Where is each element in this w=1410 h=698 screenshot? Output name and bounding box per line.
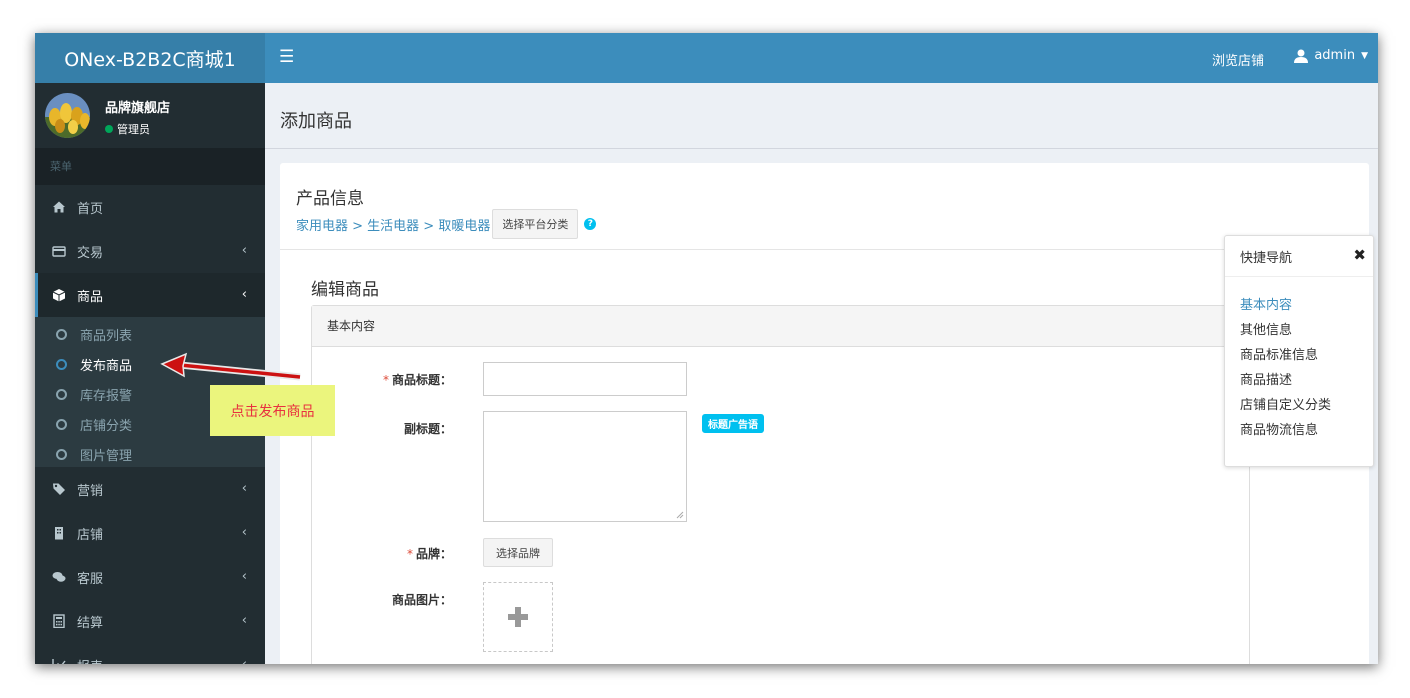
chevron-left-icon: ‹ [241,613,247,628]
submenu-label: 店铺分类 [80,418,133,434]
cube-icon [52,289,66,302]
comments-icon [52,572,66,582]
sidebar-item-store[interactable]: 店铺 ‹ [35,511,265,555]
circle-icon [56,328,67,340]
choose-brand-button[interactable]: 选择品牌 [483,538,553,567]
chevron-left-icon: ‹ [241,569,247,584]
chevron-left-icon: ‹ [241,481,247,496]
content-header: 添加商品 [265,83,1378,149]
sidebar-item-label: 店铺 [77,527,104,543]
submenu-label: 发布商品 [80,358,133,374]
quick-nav-item[interactable]: 商品物流信息 [1225,418,1373,443]
online-dot-icon [105,125,113,133]
close-icon[interactable]: ✖ [1353,246,1366,264]
required-asterisk: * [406,547,413,561]
quick-nav-item[interactable]: 店铺自定义分类 [1225,393,1373,418]
caret-down-icon: ▼ [1361,50,1368,61]
slogan-badge: 标题广告语 [702,414,764,433]
user-panel: 品牌旗舰店 管理员 [35,83,265,148]
avatar [45,93,90,138]
label-text: 商品标题： [391,373,452,387]
subtitle-textarea[interactable] [483,411,687,522]
submenu-label: 库存报警 [80,388,133,404]
username: admin [1314,48,1356,63]
divider [280,249,1369,250]
annotation-callout: 点击发布商品 [210,385,335,436]
quick-nav-list: 基本内容 其他信息 商品标准信息 商品描述 店铺自定义分类 商品物流信息 [1225,277,1373,443]
basic-content-panel: 基本内容 * 商品标题： 副标题： 标题广告语 * 品牌： 选择品牌 商品图片： [311,305,1250,664]
resize-handle-icon[interactable] [676,511,684,519]
quick-nav-item[interactable]: 商品描述 [1225,368,1373,393]
browse-store-link[interactable]: 浏览店铺 [1212,50,1264,69]
sidebar-item-label: 客服 [77,571,104,587]
product-title-label: * 商品标题： [322,371,452,388]
chart-icon [52,659,66,664]
image-upload-box[interactable] [483,582,553,652]
required-asterisk: * [382,373,389,387]
quick-nav-title: 快捷导航 [1240,250,1293,266]
product-title-input[interactable] [483,362,687,396]
circle-icon [56,418,67,430]
logo[interactable]: ONex-B2B2C商城1 [35,33,265,83]
annotation-arrow-icon [160,352,301,381]
sidebar-item-home[interactable]: 首页 [35,185,265,229]
panel-heading: 基本内容 [312,306,1249,347]
sidebar-item-label: 商品 [77,289,104,305]
sidebar-item-label: 报表 [77,656,103,665]
chevron-left-icon: ‹ [241,243,247,258]
submenu-item-image-manage[interactable]: 图片管理 [35,439,265,469]
chevron-left-icon: ‹ [241,287,247,302]
chevron-left-icon: ‹ [242,657,247,664]
sidebar-item-settlement[interactable]: 结算 ‹ [35,599,265,643]
product-form-box: 产品信息 家用电器 > 生活电器 > 取暖电器 选择平台分类 ? 编辑商品 基本… [280,163,1369,664]
category-path[interactable]: 家用电器 > 生活电器 > 取暖电器 [296,215,490,234]
sidebar-item-label: 交易 [77,245,104,261]
circle-icon [56,388,67,400]
user-icon [1294,49,1309,63]
credit-card-icon [52,246,66,257]
menu-toggle-icon[interactable]: ☰ [279,47,294,67]
chevron-left-icon: ‹ [241,525,247,540]
brand-label: * 品牌： [322,545,452,562]
quick-nav-header: 快捷导航 ✖ [1225,236,1373,277]
user-menu[interactable]: admin ▼ [1294,48,1368,63]
calculator-icon [53,614,65,628]
page-title: 添加商品 [280,111,352,132]
tags-icon [53,483,65,495]
circle-icon [56,448,67,460]
product-info-title: 产品信息 [296,189,364,209]
quick-nav-item[interactable]: 其他信息 [1225,318,1373,343]
label-text: 品牌： [415,547,452,561]
product-image-label: 商品图片： [391,593,452,607]
quick-nav-item[interactable]: 基本内容 [1225,293,1373,318]
sidebar-item-service[interactable]: 客服 ‹ [35,555,265,599]
sidebar-item-products[interactable]: 商品 ‹ [35,273,265,317]
role-label: 管理员 [117,123,150,136]
menu-header: 菜单 [35,148,265,185]
top-navbar: ☰ 浏览店铺 admin ▼ [265,33,1378,83]
home-icon [53,201,65,213]
sidebar-item-label: 营销 [77,483,104,499]
choose-category-button[interactable]: 选择平台分类 [492,209,579,239]
sidebar-item-marketing[interactable]: 营销 ‹ [35,467,265,511]
question-icon[interactable]: ? [584,218,597,230]
category-breadcrumb: 家用电器 > 生活电器 > 取暖电器 选择平台分类 ? [296,209,597,239]
role-status: 管理员 [105,121,150,137]
plus-icon [508,607,528,627]
quick-nav-panel: 快捷导航 ✖ 基本内容 其他信息 商品标准信息 商品描述 店铺自定义分类 商品物… [1224,235,1374,467]
quick-nav-item[interactable]: 商品标准信息 [1225,343,1373,368]
submenu-label: 图片管理 [80,448,133,464]
store-name: 品牌旗舰店 [105,101,171,116]
submenu-label: 商品列表 [80,328,133,344]
circle-icon [56,358,67,370]
sidebar-item-label: 结算 [77,615,104,631]
building-icon [55,527,63,540]
sidebar-item-label: 首页 [77,201,104,217]
sidebar-item-reports[interactable]: 报表 ‹ [35,643,265,664]
logo-text: ONex-B2B2C商城1 [64,48,236,71]
edit-product-title: 编辑商品 [311,280,379,300]
subtitle-label: 副标题： [403,422,452,436]
sidebar-item-trade[interactable]: 交易 ‹ [35,229,265,273]
